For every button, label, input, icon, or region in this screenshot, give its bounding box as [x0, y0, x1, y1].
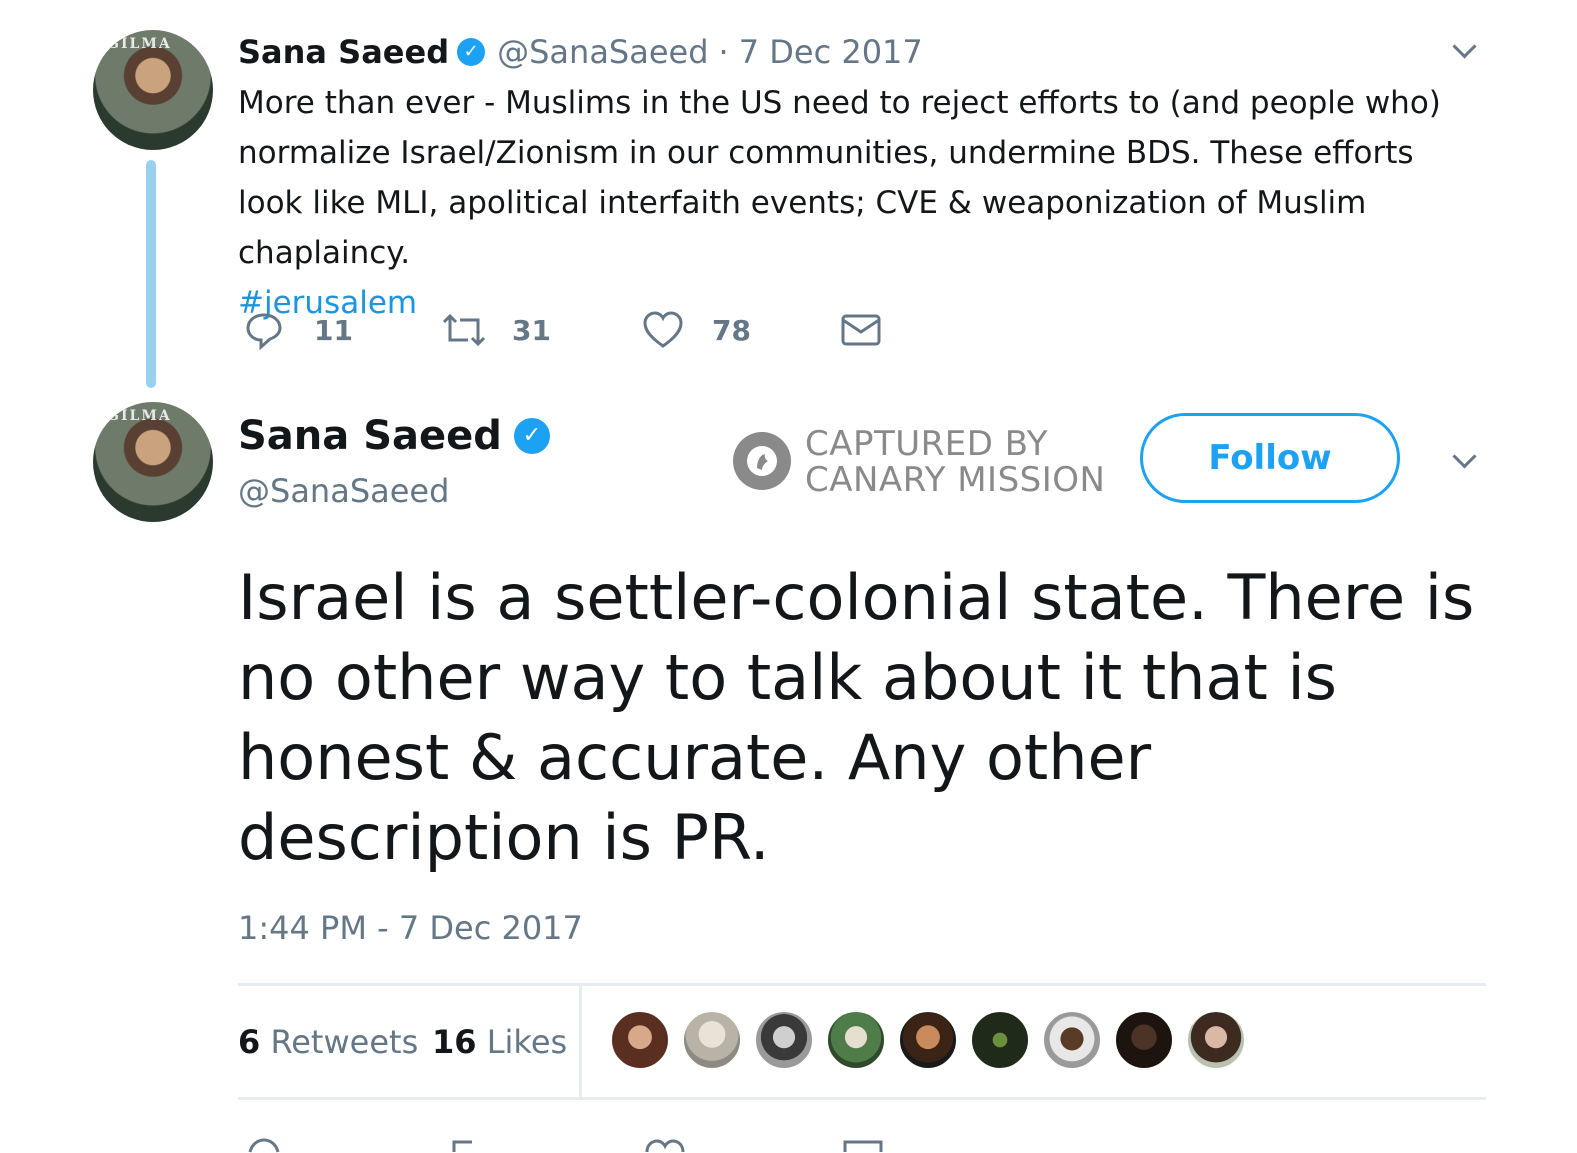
- main-tweet-timestamp[interactable]: 1:44 PM - 7 Dec 2017: [238, 906, 583, 950]
- parent-tweet-avatar[interactable]: GILMA: [93, 30, 213, 150]
- parent-tweet-text: More than ever - Muslims in the US need …: [238, 85, 1441, 271]
- retweets-stat-label: Retweets: [270, 1023, 419, 1061]
- canary-bird-icon: [733, 432, 791, 490]
- reply-action[interactable]: 11: [244, 308, 353, 352]
- likes-stat-label: Likes: [486, 1023, 568, 1061]
- direct-message-action[interactable]: [840, 308, 882, 352]
- liker-avatar[interactable]: [610, 1010, 670, 1070]
- parent-tweet-display-name[interactable]: Sana Saeed: [238, 33, 449, 71]
- heart-icon[interactable]: [644, 1138, 686, 1153]
- stats-divider-vertical: [579, 985, 582, 1098]
- verified-badge-icon: ✓: [513, 418, 550, 454]
- main-tweet-actions-partial: [238, 1138, 938, 1153]
- main-tweet-display-name[interactable]: Sana Saeed: [238, 413, 502, 459]
- chevron-down-icon[interactable]: [1452, 444, 1477, 469]
- likers-avatar-list: [610, 1010, 1246, 1072]
- follow-button[interactable]: Follow: [1140, 413, 1400, 503]
- liker-avatar[interactable]: [1114, 1010, 1174, 1070]
- retweet-icon: [442, 313, 486, 347]
- liker-avatar[interactable]: [754, 1010, 814, 1070]
- main-tweet-text: Israel is a settler-colonial state. Ther…: [238, 561, 1475, 874]
- likes-stat[interactable]: 16 Likes: [432, 1020, 567, 1064]
- watermark-line-1: CAPTURED BY: [805, 424, 1048, 464]
- likes-stat-count: 16: [432, 1023, 477, 1061]
- parent-tweet-separator: ·: [718, 33, 729, 71]
- avatar-banner-text: GILMA: [107, 408, 172, 424]
- like-action[interactable]: 78: [642, 308, 751, 352]
- liker-avatar[interactable]: [970, 1010, 1030, 1070]
- parent-tweet-handle[interactable]: @SanaSaeed: [497, 33, 708, 71]
- mail-icon[interactable]: [842, 1138, 884, 1153]
- heart-icon: [643, 311, 683, 348]
- canary-mission-watermark: CAPTURED BY CANARY MISSION: [805, 426, 1105, 498]
- mail-icon: [841, 314, 881, 346]
- retweets-stat-count: 6: [238, 1023, 261, 1061]
- verified-badge-icon: ✓: [457, 38, 486, 66]
- main-tweet-name-row: Sana Saeed ✓: [238, 408, 550, 464]
- liker-avatar[interactable]: [682, 1010, 742, 1070]
- watermark-line-2: CANARY MISSION: [805, 460, 1106, 500]
- main-tweet-handle[interactable]: @SanaSaeed: [238, 470, 449, 512]
- reply-count: 11: [314, 313, 353, 347]
- liker-avatar[interactable]: [1042, 1010, 1102, 1070]
- parent-tweet-body: More than ever - Muslims in the US need …: [238, 78, 1483, 328]
- main-tweet-avatar[interactable]: GILMA: [93, 402, 213, 522]
- like-count: 78: [712, 313, 751, 347]
- stats-divider-bottom: [238, 1097, 1486, 1100]
- avatar-banner-text: GILMA: [107, 36, 172, 52]
- retweet-icon[interactable]: [444, 1138, 492, 1153]
- parent-tweet-date[interactable]: 7 Dec 2017: [739, 33, 923, 71]
- liker-avatar[interactable]: [826, 1010, 886, 1070]
- liker-avatar[interactable]: [898, 1010, 958, 1070]
- reply-icon: [246, 313, 282, 350]
- thread-connector-line: [146, 160, 156, 388]
- parent-tweet-header: Sana Saeed ✓ @SanaSaeed · 7 Dec 2017: [238, 30, 923, 74]
- stats-divider-top: [238, 983, 1486, 986]
- liker-avatar[interactable]: [1186, 1010, 1246, 1070]
- retweet-count: 31: [512, 313, 551, 347]
- chevron-down-icon[interactable]: [1452, 34, 1477, 59]
- reply-icon[interactable]: [244, 1138, 284, 1153]
- retweets-stat[interactable]: 6 Retweets: [238, 1020, 418, 1064]
- retweet-action[interactable]: 31: [440, 308, 551, 352]
